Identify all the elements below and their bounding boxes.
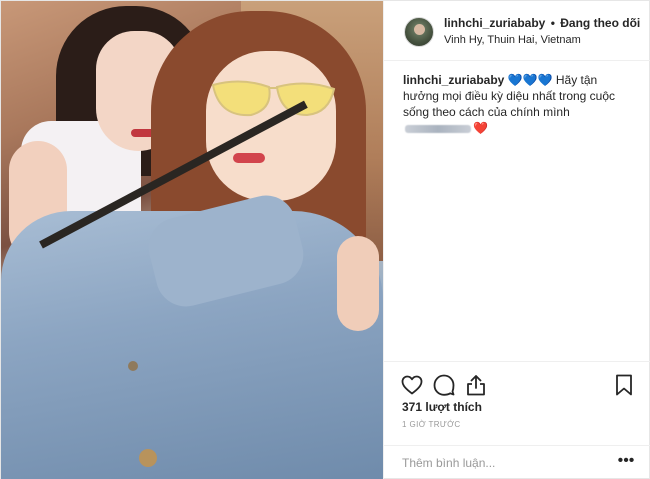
photo-jacket-button <box>139 449 157 467</box>
follow-status-button[interactable]: Đang theo dõi <box>560 16 640 30</box>
speech-bubble-icon <box>433 374 455 396</box>
photo-jacket-button <box>128 361 138 371</box>
bookmark-icon <box>616 374 632 396</box>
post-actions: 371 lượt thích 1 GIỜ TRƯỚC ••• <box>384 361 650 479</box>
comment-box: ••• <box>384 445 650 479</box>
comment-button[interactable] <box>432 373 456 397</box>
like-button[interactable] <box>400 373 424 397</box>
caption-username-link[interactable]: linhchi_zuriababy <box>403 73 504 87</box>
photo-hand-right <box>337 236 379 331</box>
instagram-post: linhchi_zuriababy • Đang theo dõi Vinh H… <box>0 0 650 479</box>
share-button[interactable] <box>464 373 488 397</box>
separator-dot: • <box>550 16 555 30</box>
photo-figure-right-lips <box>233 153 265 163</box>
post-photo[interactable] <box>1 1 383 479</box>
post-header: linhchi_zuriababy • Đang theo dõi Vinh H… <box>384 1 650 61</box>
post-timestamp[interactable]: 1 GIỜ TRƯỚC <box>402 420 461 429</box>
post-side-panel: linhchi_zuriababy • Đang theo dõi Vinh H… <box>383 1 650 479</box>
red-heart-emoji: ❤️ <box>473 121 488 135</box>
heart-outline-icon <box>401 375 423 395</box>
location-link[interactable]: Vinh Hy, Thuin Hai, Vietnam <box>444 34 581 46</box>
avatar[interactable] <box>404 17 434 47</box>
blurred-mention <box>405 124 471 133</box>
username-link[interactable]: linhchi_zuriababy <box>444 16 545 30</box>
save-button[interactable] <box>612 373 636 397</box>
header-user-line: linhchi_zuriababy • Đang theo dõi <box>444 16 640 30</box>
comment-input[interactable] <box>402 455 602 471</box>
more-options-button[interactable]: ••• <box>616 452 636 472</box>
post-caption: linhchi_zuriababy 💙💙💙 Hãy tận hưởng mọi … <box>403 72 635 136</box>
blue-heart-emoji: 💙💙💙 <box>507 73 553 87</box>
share-upload-icon <box>467 375 485 396</box>
photo-sunglasses <box>211 80 336 117</box>
likes-count[interactable]: 371 lượt thích <box>402 400 482 414</box>
